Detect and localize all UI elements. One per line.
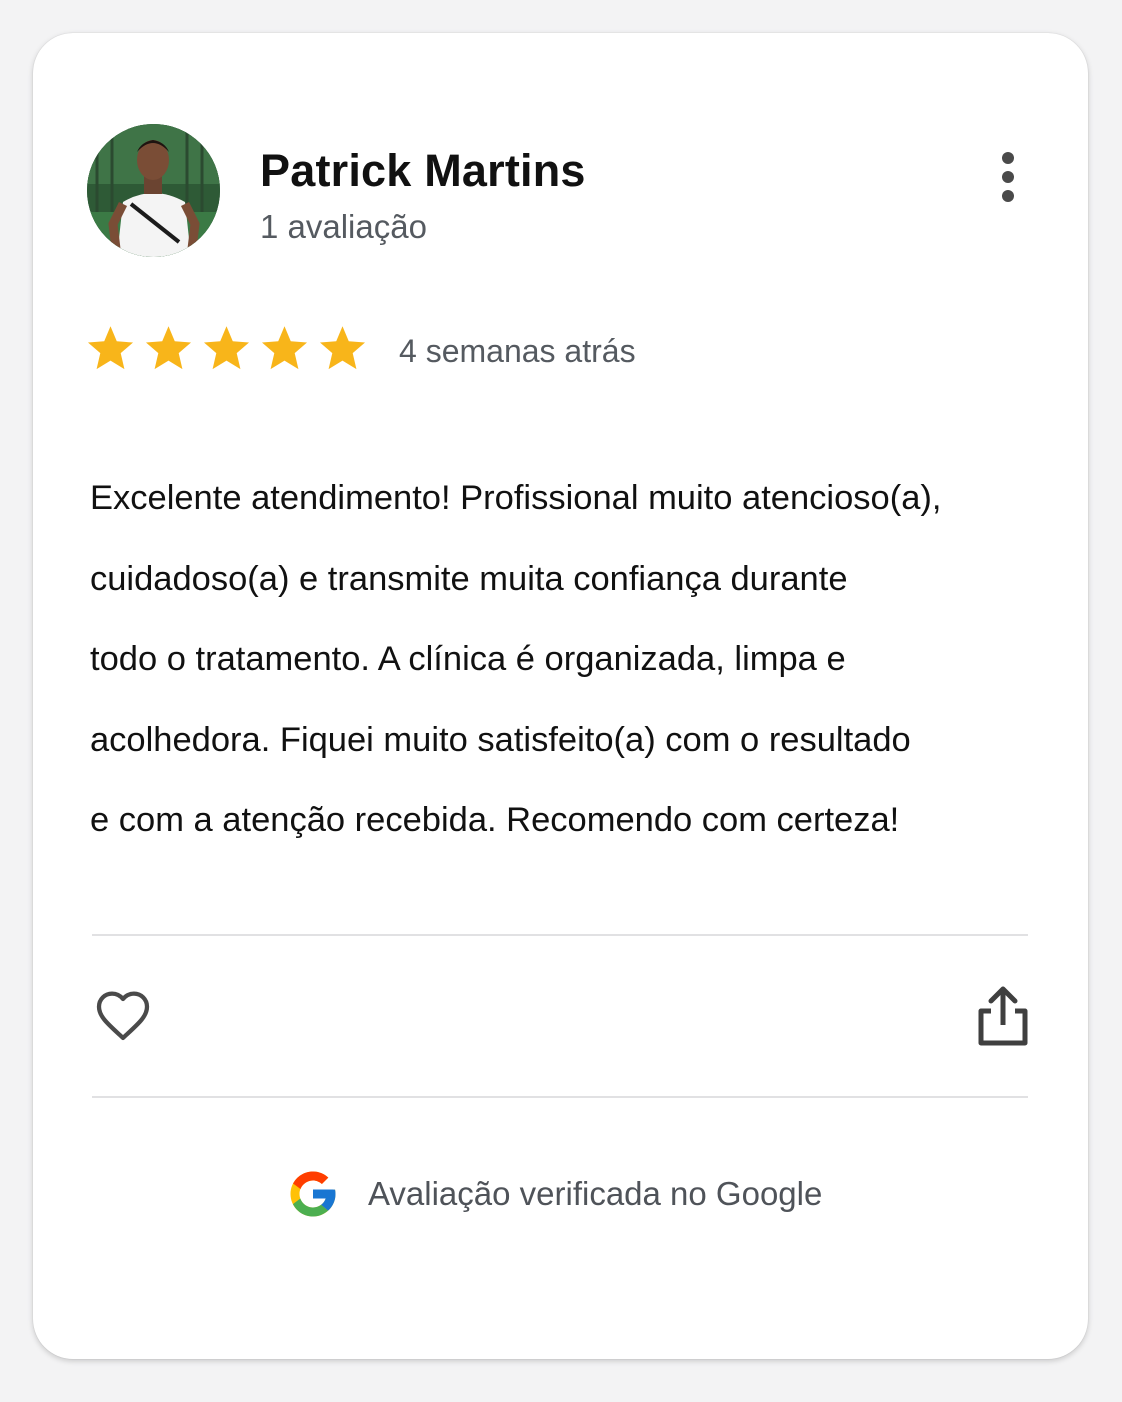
review-timestamp: 4 semanas atrás xyxy=(399,333,636,369)
review-text-line: acolhedora. Fiquei muito satisfeito(a) c… xyxy=(90,720,911,759)
google-g-icon xyxy=(290,1171,336,1217)
review-text-line: e com a atenção recebida. Recomendo com … xyxy=(90,801,900,839)
verified-label: Avaliação verificada no Google xyxy=(368,1175,823,1212)
avatar[interactable] xyxy=(87,124,220,257)
like-button[interactable] xyxy=(91,983,155,1047)
reviewer-review-count: 1 avaliação xyxy=(260,208,427,245)
review-text-line: Excelente atendimento! Profissional muit… xyxy=(90,479,942,517)
share-icon xyxy=(978,986,1028,1046)
heart-outline-icon xyxy=(96,991,150,1041)
star-rating xyxy=(85,323,368,374)
avatar-image xyxy=(87,124,220,257)
star-icon xyxy=(319,326,366,370)
reviewer-name[interactable]: Patrick Martins xyxy=(260,145,586,197)
review-text-line: cuidadoso(a) e transmite muita confiança… xyxy=(90,559,848,598)
divider xyxy=(92,934,1028,936)
star-icon xyxy=(145,326,192,370)
star-icon xyxy=(87,326,134,370)
divider xyxy=(92,1096,1028,1098)
star-icon xyxy=(261,326,308,370)
review-text-line: todo o tratamento. A clínica é organizad… xyxy=(90,640,846,678)
more-options-button[interactable] xyxy=(988,148,1028,208)
more-vert-icon xyxy=(1002,152,1014,202)
share-button[interactable] xyxy=(973,983,1033,1049)
star-icon xyxy=(203,326,250,370)
review-text: Excelente atendimento! Profissional muit… xyxy=(90,458,1050,861)
review-card: Patrick Martins 1 avaliação 4 semanas at… xyxy=(33,33,1088,1359)
verified-badge: Avaliação verificada no Google xyxy=(286,1164,822,1224)
